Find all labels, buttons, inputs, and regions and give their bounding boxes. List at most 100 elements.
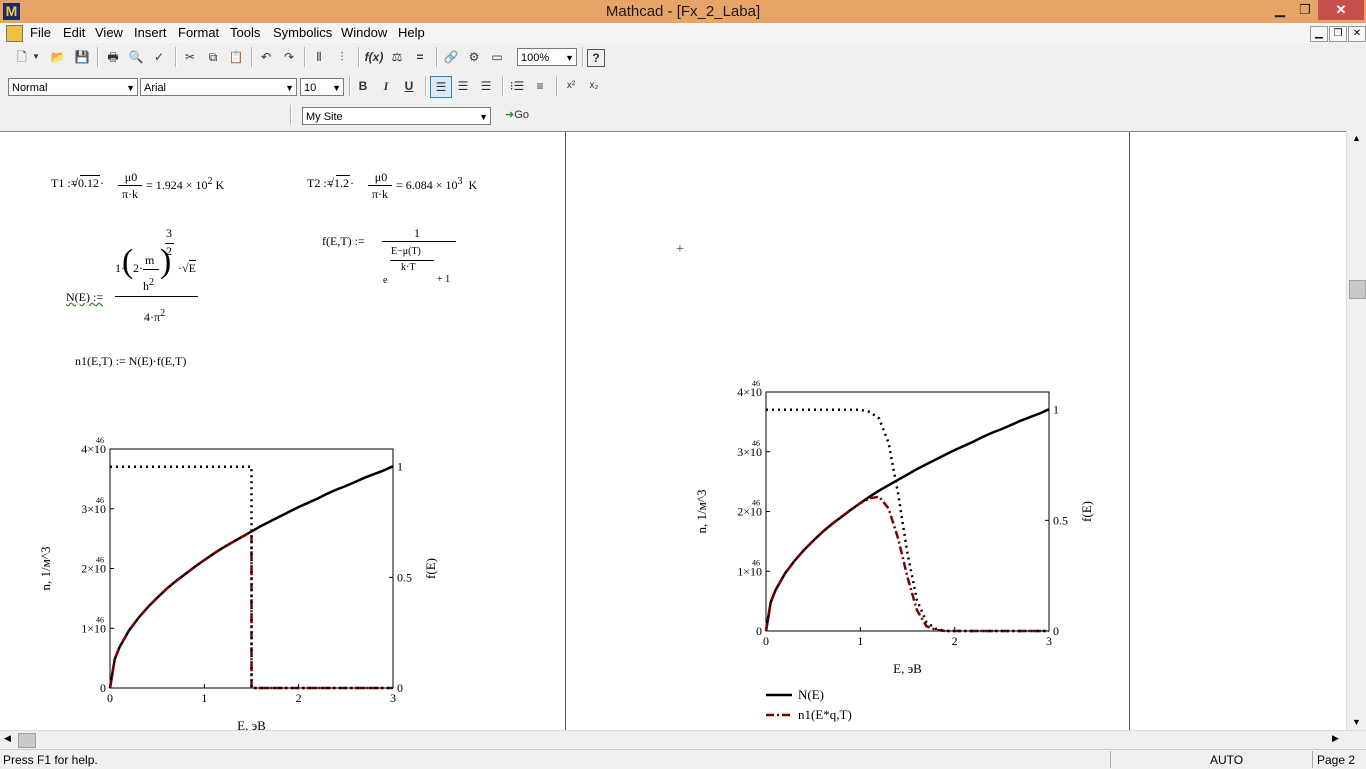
horizontal-scroll-thumb[interactable] [18, 733, 36, 748]
cut-icon[interactable]: ✂ [180, 47, 200, 67]
worksheet[interactable]: T1 := √0.12· μ0 π·k = 1.924 × 102 K T2 :… [0, 131, 1346, 731]
align-across-icon[interactable]: ⫴ [309, 47, 329, 67]
t1-definition[interactable]: T1 := √0.12· [51, 175, 104, 191]
menu-file[interactable]: File [30, 25, 51, 40]
n1-definition[interactable]: n1(E,T) := N(E)·f(E,T) [75, 354, 186, 369]
insert-unit-icon[interactable]: ⚖ [387, 47, 407, 67]
ne-sqrt-e: ·√E [178, 260, 196, 275]
align-down-icon[interactable]: ⫶ [332, 47, 352, 67]
menu-window[interactable]: Window [341, 25, 387, 40]
crosshair-cursor: + [676, 242, 684, 257]
t2-result: = 6.084 × 103 K [396, 176, 478, 192]
undo-icon[interactable]: ↶ [256, 47, 276, 67]
align-center-icon[interactable]: ☰ [453, 76, 473, 96]
f-exp-numerator: E−μ(T) [391, 246, 421, 257]
subscript-icon[interactable]: x₂ [584, 76, 604, 96]
menu-symbolics[interactable]: Symbolics [273, 25, 332, 40]
y2-tick-label: 0 [1053, 624, 1059, 638]
y-tick-exponent: 46 [752, 558, 760, 567]
insert-component-icon[interactable]: ⚙ [464, 47, 484, 67]
save-icon[interactable]: 💾 [72, 47, 92, 67]
resource-center-icon[interactable]: ▭ [487, 47, 507, 67]
x-tick-label: 2 [952, 634, 958, 648]
x-axis-label: E, эВ [893, 661, 922, 676]
style-select[interactable]: Normal ▼ [8, 78, 138, 96]
doc-close-button[interactable]: ✕ [1348, 26, 1366, 42]
doc-restore-button[interactable]: ❐ [1329, 26, 1347, 42]
y-tick-exponent: 46 [752, 499, 760, 508]
series-line-n1eqt [764, 495, 1049, 633]
copy-icon[interactable]: ⧉ [203, 47, 223, 67]
go-button[interactable]: ➜Go [500, 105, 534, 125]
scroll-down-icon[interactable]: ▼ [1352, 717, 1361, 727]
calculate-icon[interactable]: = [410, 47, 430, 67]
new-dropdown-icon[interactable]: ▼ [30, 47, 42, 67]
align-right-icon[interactable]: ☰ [476, 76, 496, 96]
t1-fraction-num: μ0 [124, 170, 138, 184]
open-icon[interactable]: 📂 [48, 47, 68, 67]
menu-tools[interactable]: Tools [230, 25, 260, 40]
sqrt-0-12: √0.12 [71, 175, 101, 190]
spell-check-icon[interactable]: ✓ [149, 47, 169, 67]
ne-definition-lhs[interactable]: N(E) := [66, 290, 103, 305]
superscript-icon[interactable]: x² [561, 76, 581, 96]
plot-2[interactable]: 0 1 2 301×10462×10463×10464×104600.51n, 1/м… [685, 377, 1115, 731]
menu-format[interactable]: Format [178, 25, 219, 40]
menu-view[interactable]: View [95, 25, 123, 40]
maximize-button[interactable]: ❐ [1290, 0, 1320, 20]
italic-button[interactable]: I [376, 76, 396, 96]
t1-fraction-den: π·k [121, 187, 139, 201]
new-icon[interactable]: 🗋 [12, 47, 32, 67]
ne-m: m [145, 253, 155, 267]
print-icon[interactable]: 🖶 [103, 47, 123, 67]
bullets-icon[interactable]: ⁝☰ [507, 76, 527, 96]
close-button[interactable]: ✕ [1318, 0, 1364, 20]
site-select[interactable]: My Site ▼ [302, 107, 491, 125]
window-title: Mathcad - [Fx_2_Laba] [605, 3, 761, 20]
series-line-fe [766, 408, 1049, 633]
t2-definition[interactable]: T2 := √1.2· [307, 175, 354, 191]
menu-help[interactable]: Help [398, 25, 425, 40]
y2-axis-label: f(E) [423, 558, 438, 579]
menu-edit[interactable]: Edit [63, 25, 85, 40]
help-icon[interactable]: ? [587, 49, 605, 67]
bold-button[interactable]: B [353, 76, 373, 96]
y2-tick-label: 1 [397, 460, 403, 474]
paste-icon[interactable]: 📋 [226, 47, 246, 67]
scroll-left-icon[interactable]: ◀ [4, 733, 11, 744]
y-tick-exponent: 46 [752, 379, 760, 388]
scroll-up-icon[interactable]: ▲ [1352, 133, 1361, 143]
y2-tick-label: 0.5 [397, 570, 412, 584]
doc-minimize-button[interactable]: ▁ [1310, 26, 1328, 42]
font-select[interactable]: Arial ▼ [140, 78, 297, 96]
y-tick-exponent: 46 [96, 496, 104, 505]
x-tick-label: 2 [296, 691, 302, 705]
redo-icon[interactable]: ↷ [279, 47, 299, 67]
y2-tick-label: 1 [1053, 403, 1059, 417]
t2-fraction-den: π·k [371, 187, 389, 201]
plot-1[interactable]: 0 1 2 301×10462×10463×10464×104600.51n, 1/м… [25, 432, 455, 731]
numbering-icon[interactable]: ≡ [530, 76, 550, 96]
horizontal-scrollbar[interactable]: ◀ ▶ [0, 730, 1366, 749]
ne-paren-open: ( [122, 243, 134, 280]
vertical-scroll-thumb[interactable] [1349, 280, 1366, 299]
vertical-scrollbar[interactable]: ▲ ▼ [1346, 131, 1366, 730]
x-tick-label: 3 [390, 691, 396, 705]
underline-button[interactable]: U [399, 76, 419, 96]
align-left-icon[interactable]: ☰ [430, 76, 452, 98]
y2-tick-label: 0 [397, 681, 403, 695]
f-e-base: e [383, 275, 388, 286]
document-icon[interactable] [6, 25, 23, 42]
scroll-right-icon[interactable]: ▶ [1332, 733, 1339, 744]
print-preview-icon[interactable]: 🔍 [126, 47, 146, 67]
insert-function-icon[interactable]: f(x) [364, 47, 384, 67]
legend-label: N(E) [798, 687, 824, 702]
ne-h: h2 [143, 277, 154, 293]
title-bar: M Mathcad - [Fx_2_Laba] ▁ ❐ ✕ [0, 0, 1366, 23]
insert-hyperlink-icon[interactable]: 🔗 [441, 47, 461, 67]
menu-insert[interactable]: Insert [134, 25, 167, 40]
font-size-select[interactable]: 10 ▼ [300, 78, 344, 96]
x-tick-label: 3 [1046, 634, 1052, 648]
zoom-select[interactable]: 100% ▼ [517, 48, 577, 66]
f-definition-lhs[interactable]: f(E,T) := [322, 234, 365, 249]
